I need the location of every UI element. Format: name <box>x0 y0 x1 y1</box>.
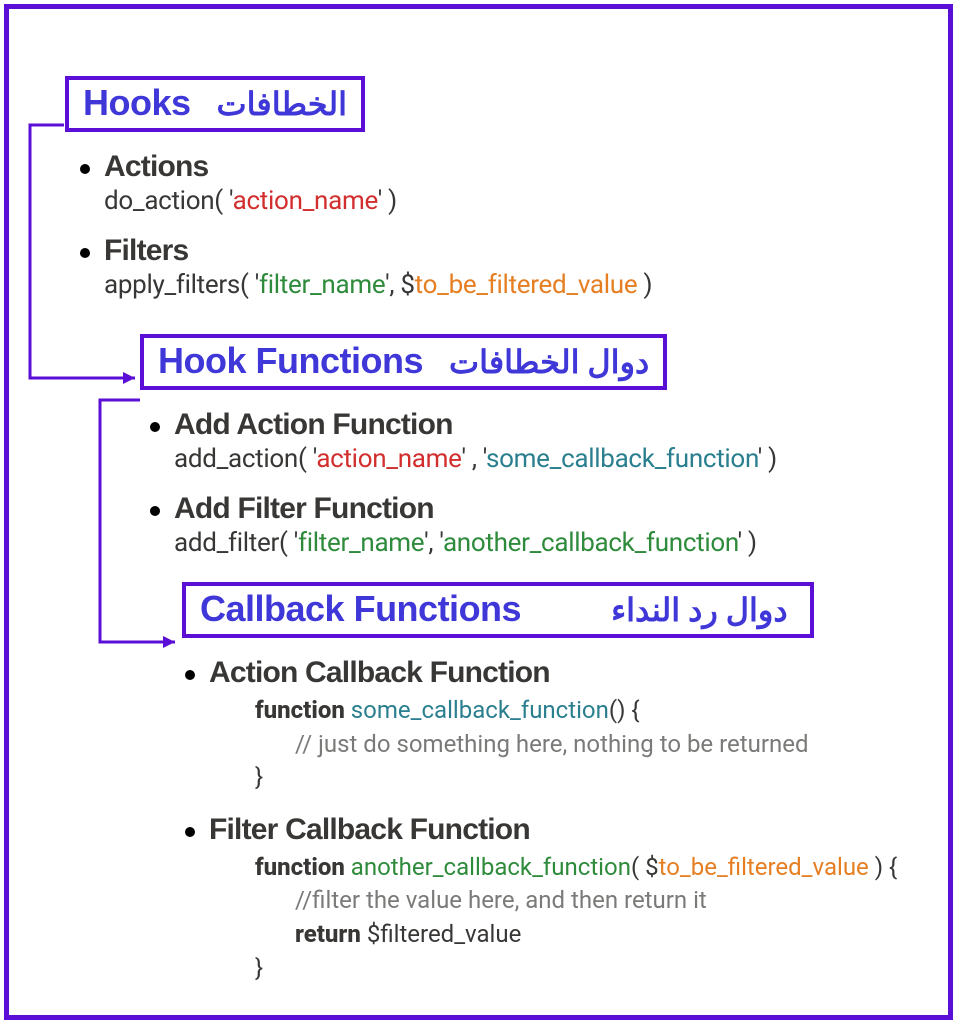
callback-functions-list: Action Callback Function function some_c… <box>185 656 907 985</box>
item-add-action-title: Add Action Function <box>174 408 453 442</box>
section-hook-functions-header: Hook Functions دوال الخطافات <box>140 334 667 390</box>
bullet-icon <box>80 164 90 174</box>
bullet-icon <box>185 827 195 837</box>
section-callback-functions-title-en: Callback Functions <box>200 588 521 630</box>
bullet-icon <box>150 422 160 432</box>
item-add-action-code: add_action( 'action_name' , 'some_callba… <box>150 444 907 474</box>
bullet-icon <box>150 506 160 516</box>
list-item: Add Filter Function add_filter( 'filter_… <box>150 492 907 558</box>
list-item: Add Action Function add_action( 'action_… <box>150 408 907 474</box>
section-hook-functions-title-en: Hook Functions <box>158 340 423 382</box>
section-hook-functions-title-ar: دوال الخطافات <box>449 343 649 381</box>
section-hooks-title-en: Hooks <box>83 82 191 124</box>
item-action-callback-title: Action Callback Function <box>209 656 550 690</box>
section-hooks-title-ar: الخطافات <box>217 85 347 123</box>
item-action-callback-code: function some_callback_function() { // j… <box>185 694 907 795</box>
item-actions-code: do_action( 'action_name' ) <box>80 186 907 216</box>
list-item: Filters apply_filters( 'filter_name', $t… <box>80 234 907 300</box>
list-item: Action Callback Function function some_c… <box>185 656 907 795</box>
item-add-filter-code: add_filter( 'filter_name', 'another_call… <box>150 528 907 558</box>
list-item: Actions do_action( 'action_name' ) <box>80 150 907 216</box>
bullet-icon <box>185 670 195 680</box>
hooks-list: Actions do_action( 'action_name' ) Filte… <box>80 150 907 300</box>
section-callback-functions-header: Callback Functions دوال رد النداء <box>182 582 814 638</box>
item-add-filter-title: Add Filter Function <box>174 492 434 526</box>
bullet-icon <box>80 248 90 258</box>
hook-functions-list: Add Action Function add_action( 'action_… <box>150 408 907 558</box>
item-filter-callback-title: Filter Callback Function <box>209 813 530 847</box>
list-item: Filter Callback Function function anothe… <box>185 813 907 985</box>
item-filters-title: Filters <box>104 234 188 268</box>
item-filter-callback-code: function another_callback_function( $to_… <box>185 851 907 985</box>
section-callback-functions-title-ar: دوال رد النداء <box>611 591 787 629</box>
section-hooks-header: Hooks الخطافات <box>65 76 365 132</box>
item-actions-title: Actions <box>104 150 208 184</box>
item-filters-code: apply_filters( 'filter_name', $to_be_fil… <box>80 270 907 300</box>
